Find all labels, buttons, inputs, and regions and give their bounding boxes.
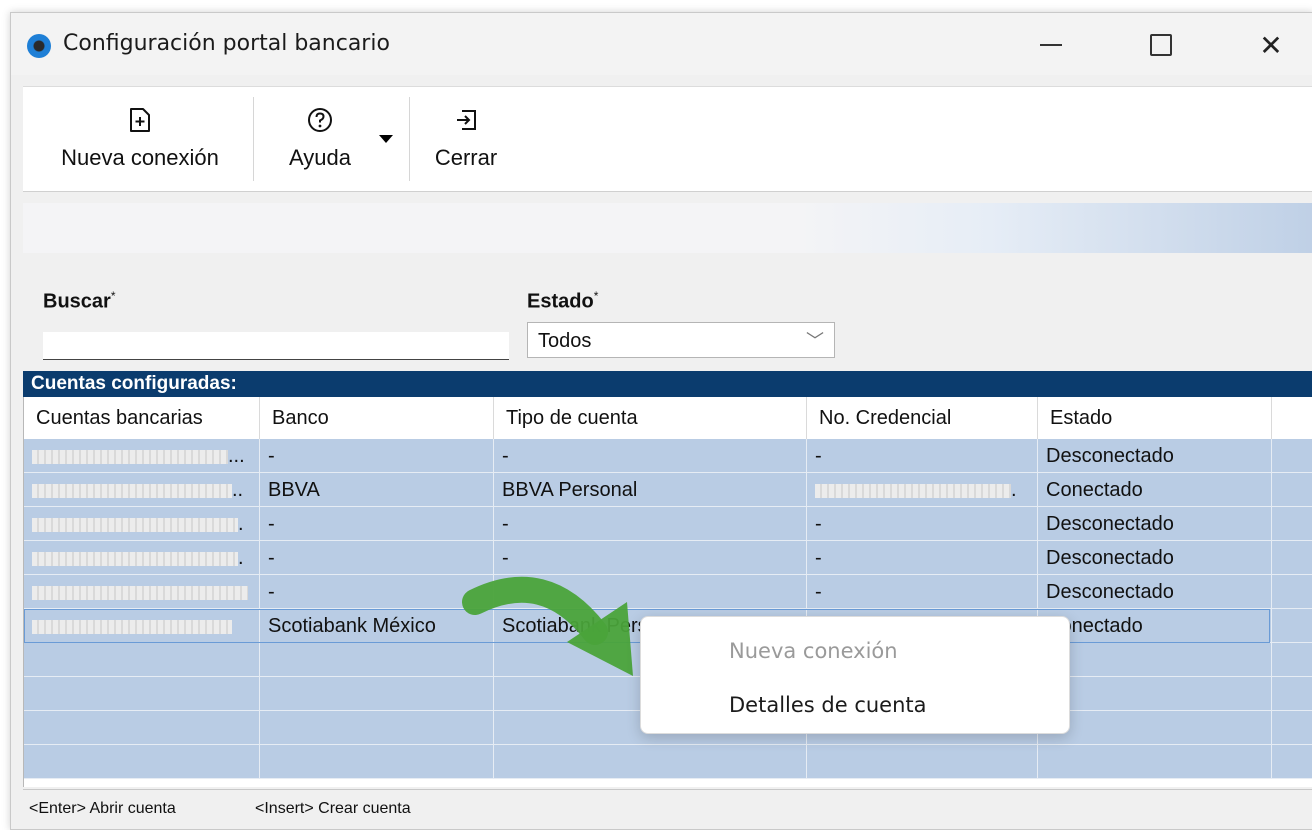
close-icon: ✕ (1259, 28, 1283, 62)
filter-panel: Buscar* Estado* Todos ﹀ (23, 253, 1312, 371)
cell-account: . (24, 507, 260, 541)
status-select[interactable]: Todos ﹀ (527, 322, 835, 358)
status-filter-label: Estado* (527, 289, 599, 313)
table-row[interactable]: ... - - - Desconectado (24, 439, 1312, 473)
column-header[interactable]: Estado (1038, 397, 1272, 439)
search-input[interactable] (43, 332, 509, 360)
title-bar: Configuración portal bancario ✕ (11, 13, 1312, 75)
redacted-text (32, 585, 248, 600)
table-header: Cuentas bancarias Banco Tipo de cuenta N… (24, 397, 1312, 439)
cell-bank: Scotiabank México (260, 609, 494, 643)
table-row-empty (24, 745, 1312, 779)
cell-filler (1272, 541, 1312, 575)
column-header[interactable]: Banco (260, 397, 494, 439)
column-header[interactable]: Cuentas bancarias (24, 397, 260, 439)
toolbar-separator (253, 97, 254, 181)
redacted-text (815, 483, 1011, 498)
hint-create-account: <Insert> Crear cuenta (255, 800, 411, 817)
cell-bank: BBVA (260, 473, 494, 507)
cell-status: Desconectado (1038, 541, 1272, 575)
cell-type: - (494, 541, 807, 575)
context-menu: Nueva conexión Detalles de cuenta (640, 616, 1070, 734)
table-row[interactable]: . - - - Desconectado (24, 507, 1312, 541)
table-row[interactable]: .. BBVA BBVA Personal . Conectado (24, 473, 1312, 507)
cell-type (494, 575, 807, 609)
cell-status: Conectado (1038, 473, 1272, 507)
cell-account: ... (24, 439, 260, 473)
status-select-value: Todos (538, 330, 592, 352)
cell-type: BBVA Personal (494, 473, 807, 507)
exit-icon (453, 107, 479, 133)
cell-status: Desconectado (1038, 507, 1272, 541)
redacted-text (32, 517, 238, 532)
cell-status: Desconectado (1038, 575, 1272, 609)
cell-filler (1272, 507, 1312, 541)
cell-credential: - (807, 575, 1038, 609)
cell-bank: - (260, 439, 494, 473)
app-logo-icon (27, 34, 51, 58)
cell-account (24, 575, 260, 609)
cell-type: - (494, 507, 807, 541)
new-connection-label: Nueva conexión (61, 145, 219, 170)
section-title: Cuentas configuradas: (23, 371, 1312, 397)
hint-open-account: <Enter> Abrir cuenta (29, 800, 176, 817)
cell-status: Desconectado (1038, 439, 1272, 473)
help-label: Ayuda (289, 145, 351, 170)
header-band (23, 203, 1312, 253)
close-button[interactable]: Cerrar (419, 87, 513, 191)
cell-filler (1272, 575, 1312, 609)
table-row[interactable]: . - - - Desconectado (24, 541, 1312, 575)
status-bar: <Enter> Abrir cuenta <Insert> Crear cuen… (23, 789, 1312, 829)
cell-credential: - (807, 507, 1038, 541)
menu-item-account-details[interactable]: Detalles de cuenta (729, 693, 927, 717)
table-row[interactable]: - - Desconectado (24, 575, 1312, 609)
chevron-down-icon: ﹀ (806, 331, 824, 352)
column-header[interactable]: Tipo de cuenta (494, 397, 807, 439)
cell-account (24, 609, 260, 643)
toolbar-separator (409, 97, 410, 181)
minimize-icon (1040, 44, 1062, 46)
cell-bank: - (260, 541, 494, 575)
help-circle-icon (307, 107, 333, 133)
cell-credential: - (807, 541, 1038, 575)
redacted-text (32, 619, 232, 634)
cell-filler (1272, 439, 1312, 473)
toolbar: Nueva conexión Ayuda Cerrar (23, 86, 1312, 192)
help-dropdown-arrow-icon[interactable] (379, 135, 393, 143)
redacted-text (32, 551, 238, 566)
cell-status: Conectado (1038, 609, 1272, 643)
minimize-button[interactable] (1021, 25, 1081, 65)
maximize-button[interactable] (1131, 25, 1191, 65)
cell-filler (1272, 473, 1312, 507)
search-label: Buscar* (43, 289, 116, 313)
redacted-text (32, 483, 232, 498)
add-file-icon (127, 107, 153, 133)
cell-filler (1272, 609, 1312, 643)
menu-item-new-connection: Nueva conexión (729, 639, 898, 663)
maximize-icon (1150, 34, 1172, 56)
cell-bank: - (260, 507, 494, 541)
column-header-filler (1272, 397, 1312, 439)
new-connection-button[interactable]: Nueva conexión (35, 87, 245, 191)
window-title: Configuración portal bancario (63, 31, 390, 56)
cell-credential: . (807, 473, 1038, 507)
redacted-text (32, 449, 228, 464)
column-header[interactable]: No. Credencial (807, 397, 1038, 439)
close-label: Cerrar (434, 145, 498, 170)
cell-account: .. (24, 473, 260, 507)
help-button[interactable]: Ayuda (255, 87, 385, 191)
close-window-button[interactable]: ✕ (1241, 25, 1301, 65)
cell-credential: - (807, 439, 1038, 473)
cell-type: - (494, 439, 807, 473)
cell-account: . (24, 541, 260, 575)
cell-bank: - (260, 575, 494, 609)
